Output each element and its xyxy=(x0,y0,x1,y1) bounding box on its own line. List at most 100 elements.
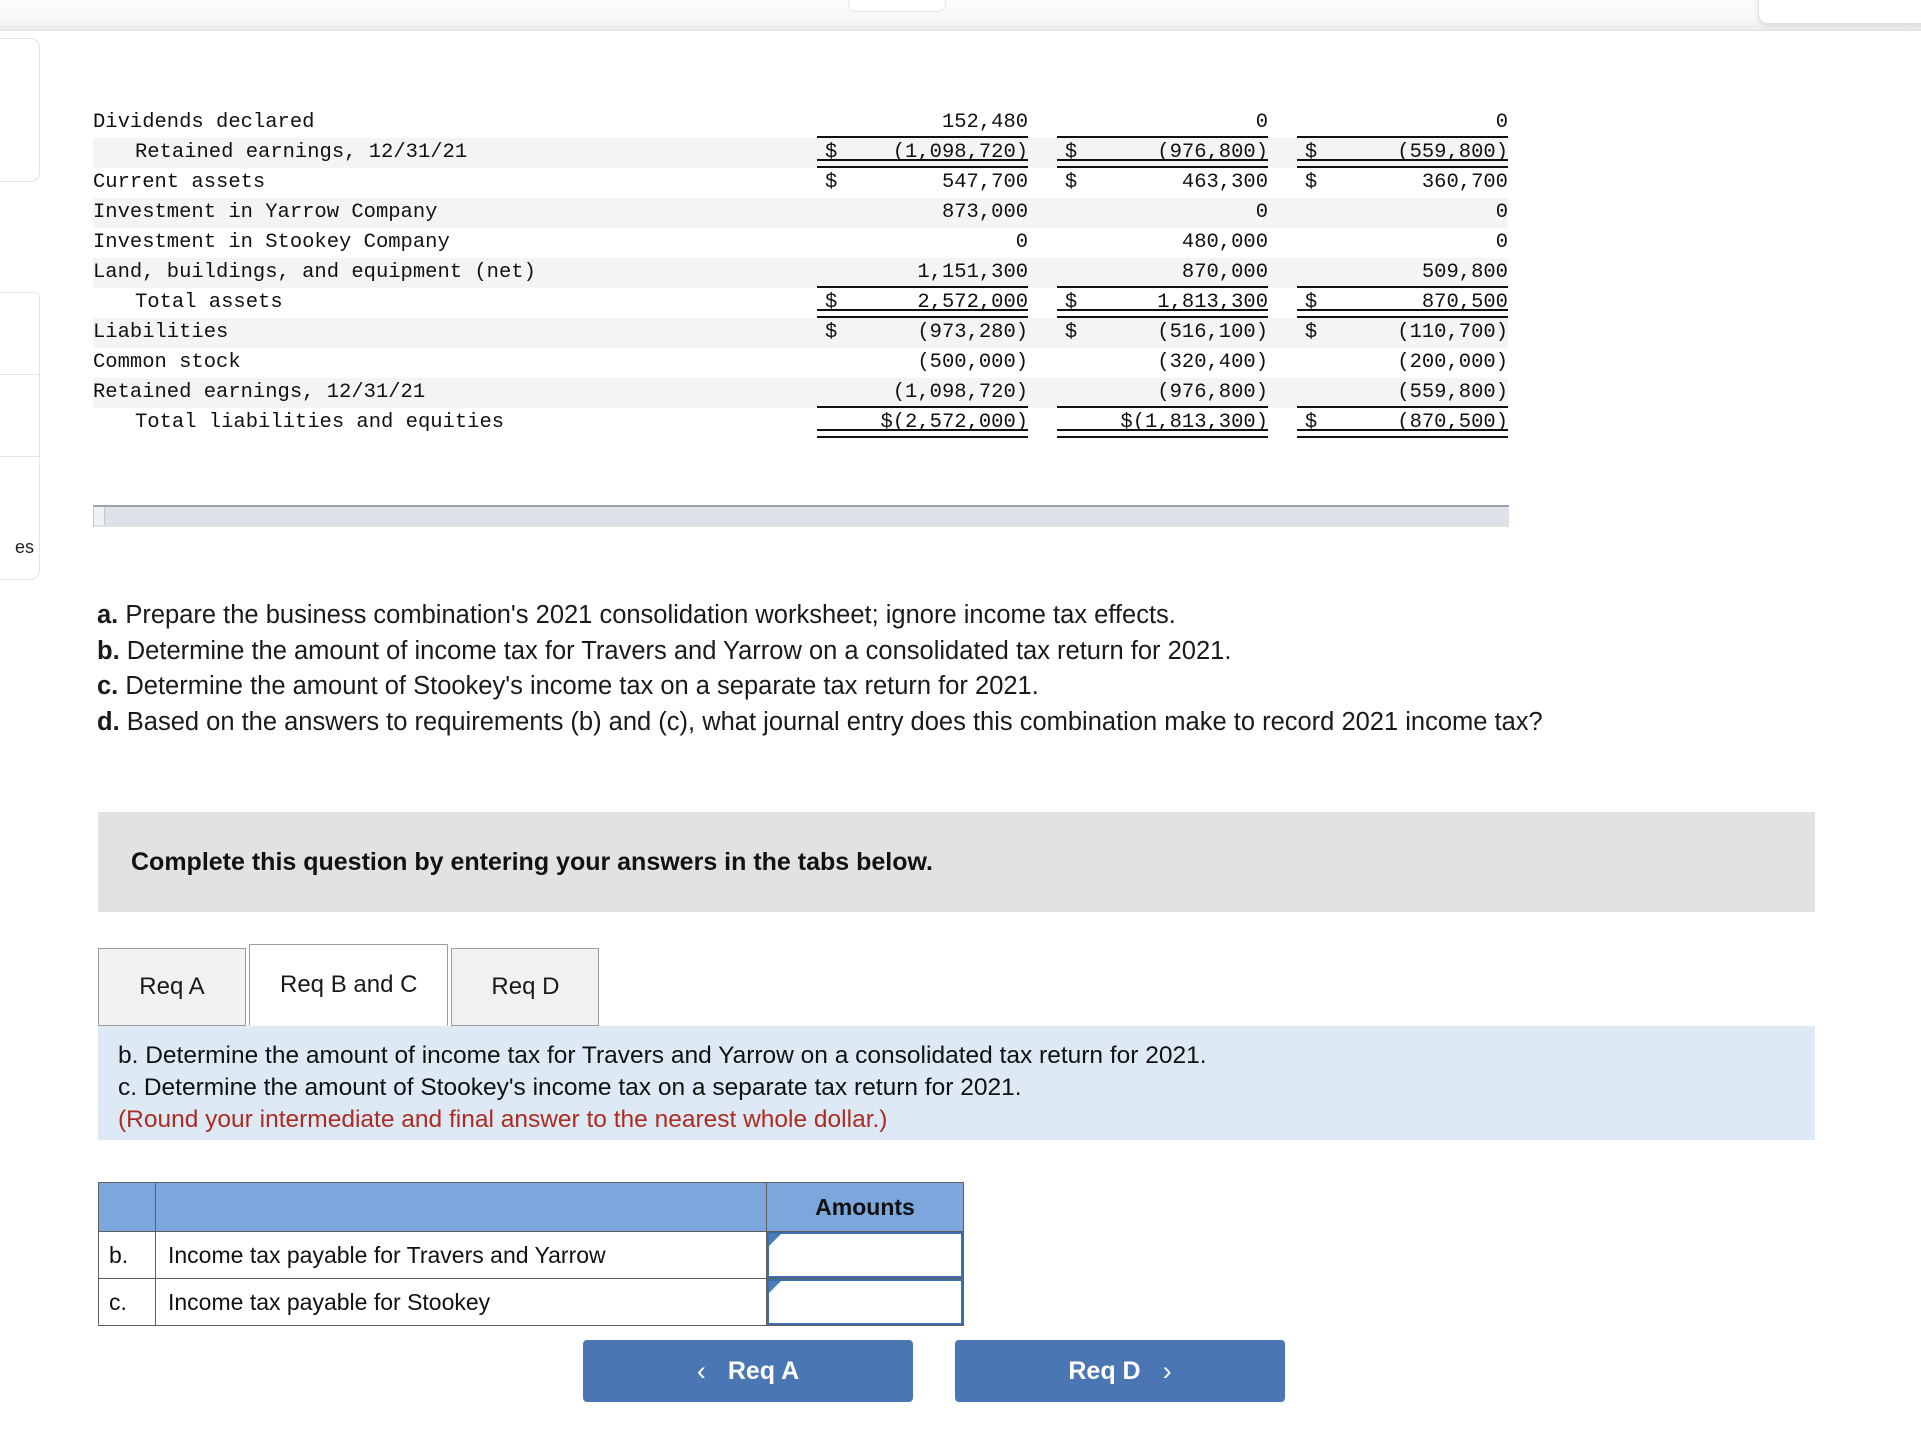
worksheet-value-cell: $ (976,800) xyxy=(1056,138,1269,168)
tab-req-a[interactable]: Req A xyxy=(98,948,246,1026)
income-tax-travers-yarrow-input[interactable] xyxy=(767,1232,963,1278)
worksheet-col-gap xyxy=(788,348,817,378)
worksheet-value: 0 xyxy=(1495,111,1508,134)
left-side-panel-clip-3 xyxy=(0,374,40,458)
requirement-c: c. Determine the amount of Stookey's inc… xyxy=(97,669,1897,705)
income-tax-stookey-input[interactable] xyxy=(767,1279,963,1325)
instruction-banner: Complete this question by entering your … xyxy=(98,812,1815,912)
worksheet-value: 1,813,300 xyxy=(1157,291,1269,314)
worksheet-col-gap xyxy=(1028,108,1057,138)
currency-symbol: $ xyxy=(824,171,838,194)
instruction-line-c: c. Determine the amount of Stookey's inc… xyxy=(118,1074,1022,1101)
worksheet-value-cell: $ (110,700) xyxy=(1296,318,1508,348)
left-panel-clipped-label: es xyxy=(15,537,35,557)
answer-header-key xyxy=(98,1182,156,1232)
worksheet-value-cell: 0 xyxy=(1056,198,1269,228)
worksheet-value: 873,000 xyxy=(941,201,1029,224)
worksheet-value: 360,700 xyxy=(1421,171,1508,194)
tab-req-d[interactable]: Req D xyxy=(451,948,600,1026)
answer-row-b-amount-cell[interactable] xyxy=(766,1231,964,1279)
requirement-tabs: Req A Req B and C Req D xyxy=(98,944,602,1026)
worksheet-row-label: Total liabilities and equities xyxy=(135,411,505,434)
worksheet-value: (559,800) xyxy=(1397,381,1508,404)
worksheet-row: Common stock (500,000) (320,400) (200,000) xyxy=(93,348,1508,378)
worksheet-col-gap xyxy=(1268,378,1297,408)
requirement-b: b. Determine the amount of income tax fo… xyxy=(97,634,1897,670)
worksheet-value: (976,800) xyxy=(1157,381,1269,404)
tab-req-b-and-c[interactable]: Req B and C xyxy=(249,944,449,1026)
answer-table-body: b. Income tax payable for Travers and Ya… xyxy=(98,1231,964,1326)
worksheet-value-cell: (559,800) xyxy=(1296,378,1509,408)
worksheet-value: 0 xyxy=(1015,231,1029,254)
currency-symbol: $ xyxy=(1064,171,1078,194)
worksheet-value-cell: 870,000 xyxy=(1056,258,1269,288)
requirement-d-text: Based on the answers to requirements (b)… xyxy=(119,707,1543,736)
left-side-panel-clip-2 xyxy=(0,292,40,376)
worksheet-value-cell: (500,000) xyxy=(817,348,1028,378)
worksheet-value-cell: $547,700 xyxy=(817,168,1028,198)
worksheet-col-gap xyxy=(1268,168,1297,198)
currency-symbol: $ xyxy=(1304,291,1318,314)
currency-symbol: $ xyxy=(824,291,838,314)
requirement-d-key: d. xyxy=(97,707,120,736)
worksheet-value: 480,000 xyxy=(1181,231,1269,254)
worksheet-col-gap xyxy=(788,318,817,348)
worksheet-value-cell: 0 xyxy=(1297,228,1508,258)
worksheet-value: (1,098,720) xyxy=(892,141,1029,164)
worksheet-value: 0 xyxy=(1495,201,1508,224)
currency-symbol: $ xyxy=(1064,291,1078,314)
requirement-a: a. Prepare the business combination's 20… xyxy=(97,598,1897,634)
worksheet-value: (110,700) xyxy=(1397,321,1508,344)
scrollbar-thumb[interactable] xyxy=(94,507,105,525)
worksheet-col-gap xyxy=(1028,408,1057,438)
tab-instruction-panel: b. Determine the amount of income tax fo… xyxy=(98,1026,1815,1140)
worksheet-value: 0 xyxy=(1495,231,1508,254)
answer-row-c-amount-cell[interactable] xyxy=(766,1278,964,1326)
worksheet-col-gap xyxy=(1268,108,1297,138)
worksheet-value-cell: $ (870,500) xyxy=(1296,408,1509,438)
answer-header-description xyxy=(155,1182,767,1232)
worksheet-value-cell: $ (973,280) xyxy=(816,318,1029,348)
worksheet-value: (320,400) xyxy=(1157,351,1269,374)
next-req-d-button[interactable]: Req D › xyxy=(955,1340,1285,1402)
tab-req-a-label: Req A xyxy=(139,973,205,1000)
worksheet-row-label: Retained earnings, 12/31/21 xyxy=(93,378,789,408)
worksheet-row-label: Land, buildings, and equipment (net) xyxy=(93,258,789,288)
worksheet-col-gap xyxy=(788,138,817,168)
worksheet-col-gap xyxy=(788,408,817,438)
worksheet-value-cell: 509,800 xyxy=(1296,258,1509,288)
worksheet-value-cell: (1,098,720) xyxy=(816,378,1029,408)
worksheet-col-gap xyxy=(1028,228,1057,258)
worksheet-horizontal-scrollbar[interactable] xyxy=(93,505,1509,527)
table-row: c. Income tax payable for Stookey xyxy=(98,1278,964,1326)
worksheet-value-cell: 0 xyxy=(817,228,1028,258)
worksheet-value-cell: 0 xyxy=(1296,198,1508,228)
worksheet-row: Retained earnings, 12/31/21 (1,098,720) (9… xyxy=(93,378,1509,408)
worksheet-value: (1,098,720) xyxy=(892,381,1029,404)
requirement-c-key: c. xyxy=(97,672,119,701)
instruction-banner-text: Complete this question by entering your … xyxy=(131,847,933,876)
worksheet-value-cell: 873,000 xyxy=(816,198,1029,228)
instruction-line-b: b. Determine the amount of income tax fo… xyxy=(118,1042,1207,1069)
worksheet-col-gap xyxy=(788,168,817,198)
currency-symbol: $ xyxy=(1304,321,1318,344)
worksheet-col-gap xyxy=(1268,198,1297,228)
worksheet-value-cell: (976,800) xyxy=(1056,378,1269,408)
worksheet-value-cell: $870,500 xyxy=(1296,288,1509,318)
worksheet-value-cell: $360,700 xyxy=(1297,168,1508,198)
requirement-a-text: Prepare the business combination's 2021 … xyxy=(118,601,1176,629)
currency-symbol: $ xyxy=(1304,141,1318,164)
answer-row-b-key: b. xyxy=(98,1231,156,1279)
worksheet-row: Land, buildings, and equipment (net) 1,15… xyxy=(93,258,1509,288)
worksheet-value: 870,500 xyxy=(1421,291,1508,314)
answer-header-amounts: Amounts xyxy=(766,1182,964,1232)
worksheet-value: (976,800) xyxy=(1157,141,1269,164)
next-req-d-label: Req D xyxy=(1068,1356,1141,1385)
worksheet-row-label: Current assets xyxy=(93,171,266,194)
prev-req-a-button[interactable]: ‹ Req A xyxy=(583,1340,913,1402)
worksheet-col-gap xyxy=(1028,318,1057,348)
worksheet-value-cell: 0 xyxy=(1296,108,1509,138)
answer-table: Amounts b. Income tax payable for Traver… xyxy=(98,1182,964,1326)
worksheet-value-cell: (200,000) xyxy=(1297,348,1508,378)
worksheet-col-gap xyxy=(788,198,817,228)
